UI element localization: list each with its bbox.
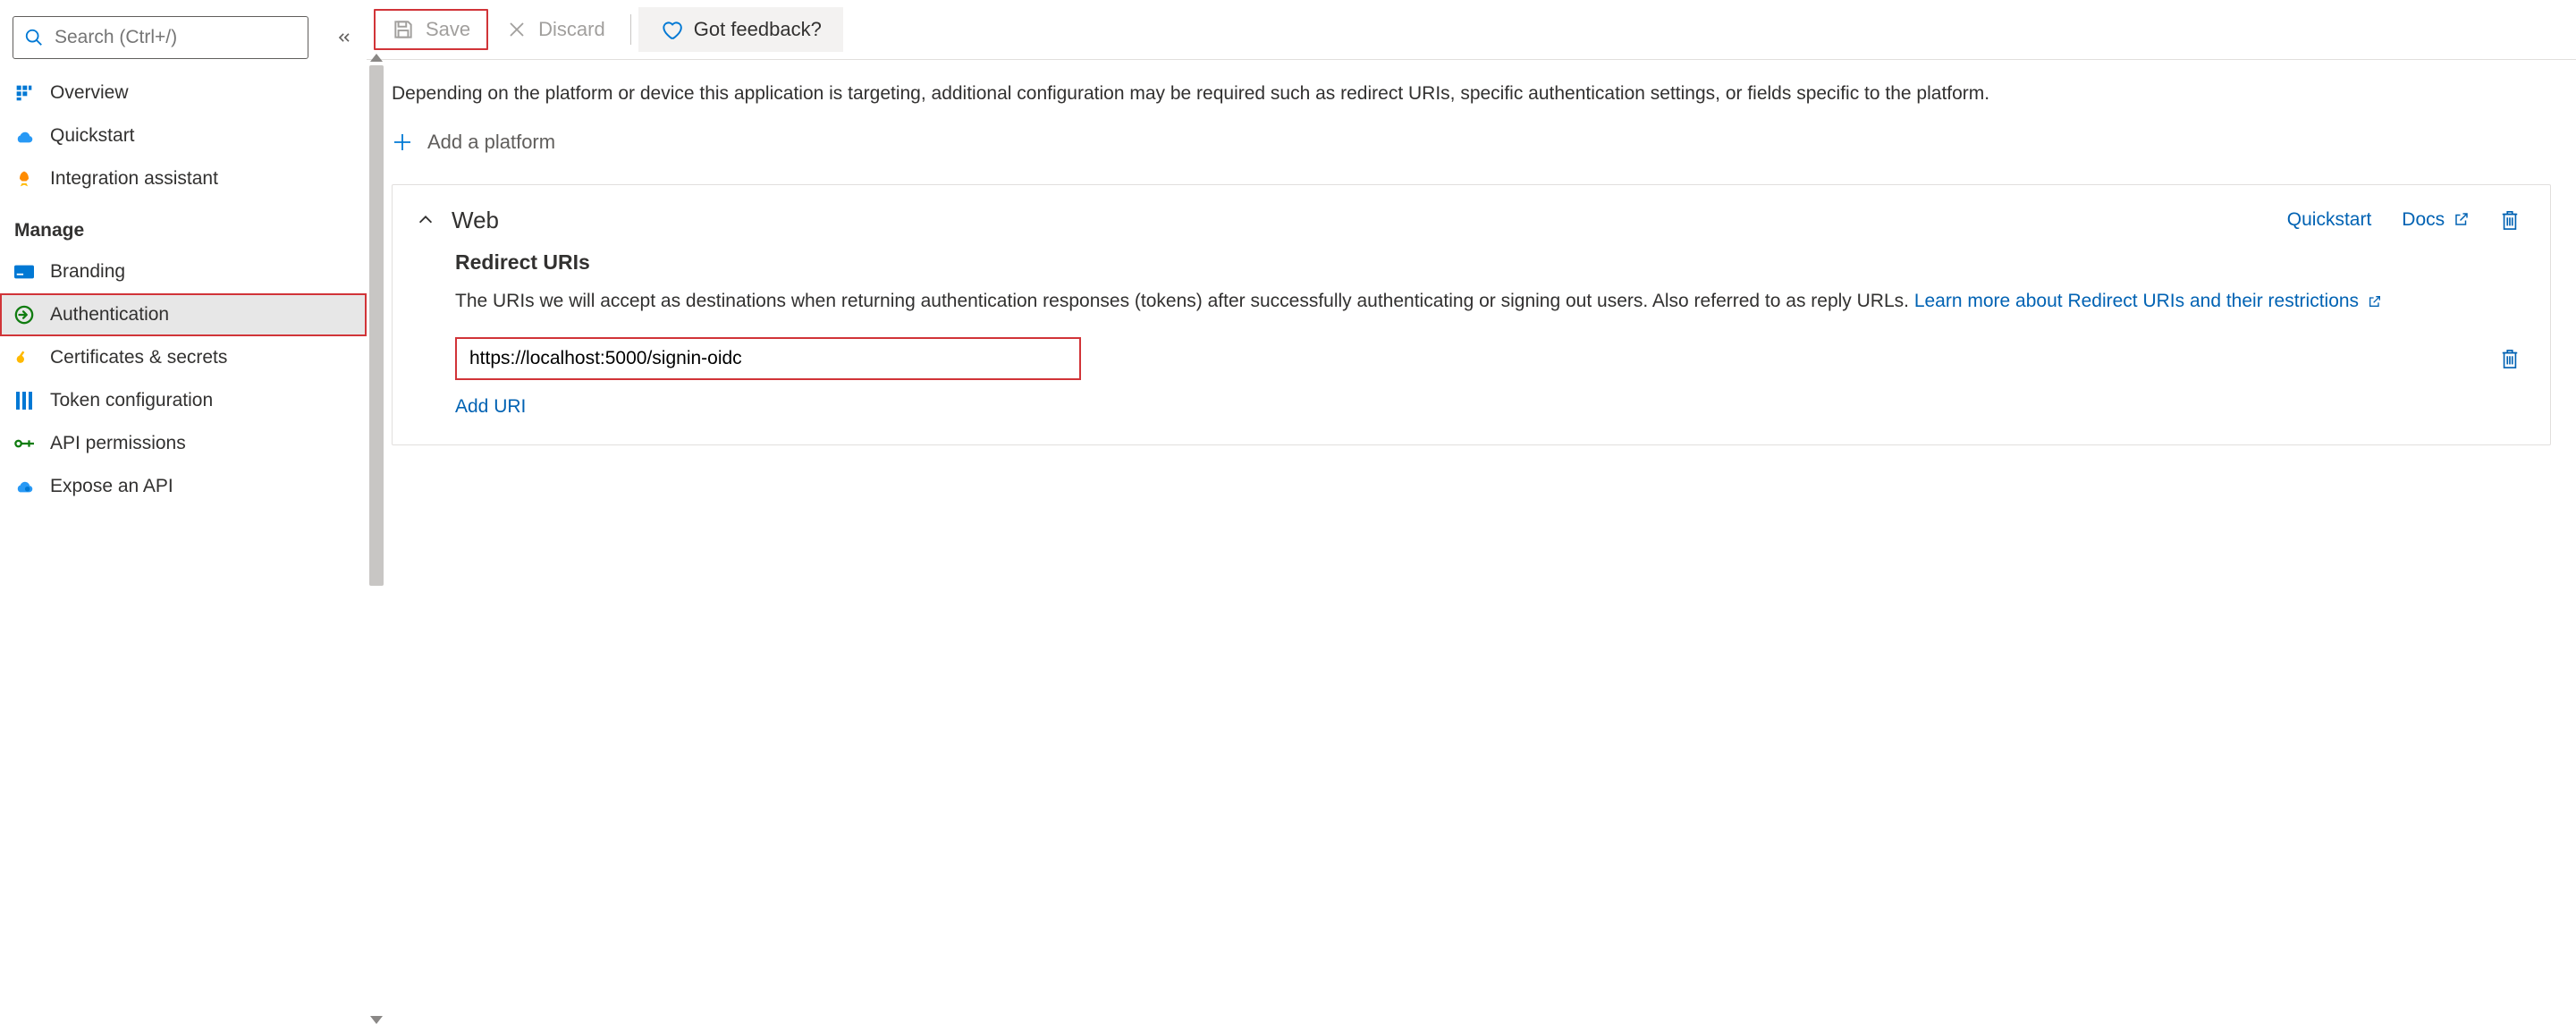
token-icon [14, 391, 34, 410]
sidebar-item-label: Overview [50, 82, 129, 104]
sidebar-item-label: Integration assistant [50, 168, 218, 190]
sidebar-item-label: Token configuration [50, 390, 213, 411]
sidebar-item-label: Certificates & secrets [50, 347, 227, 368]
sidebar-item-label: Branding [50, 261, 125, 283]
sidebar-item-quickstart[interactable]: Quickstart [0, 114, 367, 157]
search-icon [24, 28, 44, 47]
docs-link-label: Docs [2402, 209, 2445, 230]
web-platform-card: Web Quickstart Docs Redirect URIs The UR… [392, 184, 2551, 446]
redirect-uri-row [455, 337, 2520, 380]
delete-uri-button[interactable] [2500, 347, 2520, 370]
toolbar: Save Discard Got feedback? [367, 0, 2576, 60]
search-box[interactable] [13, 16, 308, 59]
sidebar-item-label: Quickstart [50, 125, 135, 147]
sidebar-item-overview[interactable]: Overview [0, 72, 367, 114]
sidebar-item-integration-assistant[interactable]: Integration assistant [0, 157, 367, 200]
branding-icon [14, 262, 34, 282]
intro-text: Depending on the platform or device this… [392, 80, 2551, 109]
authentication-icon [14, 305, 34, 325]
sidebar: Overview Quickstart Integration assistan… [0, 0, 367, 1024]
search-row [0, 0, 367, 72]
redirect-uri-input[interactable] [455, 337, 1081, 380]
redirect-uris-description: The URIs we will accept as destinations … [455, 287, 2520, 317]
card-title: Web [452, 207, 499, 234]
expose-api-icon [14, 477, 34, 496]
rocket-icon [14, 169, 34, 189]
discard-button[interactable]: Discard [488, 9, 623, 50]
discard-icon [506, 19, 528, 40]
toolbar-separator [630, 14, 631, 45]
key-icon [14, 348, 34, 368]
sidebar-item-authentication[interactable]: Authentication [0, 293, 367, 336]
feedback-button-label: Got feedback? [694, 18, 822, 41]
learn-more-label: Learn more about Redirect URIs and their… [1914, 291, 2359, 311]
save-button-label: Save [426, 18, 470, 41]
sidebar-item-token-configuration[interactable]: Token configuration [0, 379, 367, 422]
nav: Overview Quickstart Integration assistan… [0, 72, 367, 1024]
save-icon [392, 18, 415, 41]
search-input[interactable] [55, 27, 297, 48]
quickstart-link[interactable]: Quickstart [2287, 209, 2372, 231]
card-body: Redirect URIs The URIs we will accept as… [416, 234, 2520, 419]
redirect-desc-text: The URIs we will accept as destinations … [455, 291, 1914, 311]
card-header: Web Quickstart Docs [416, 207, 2520, 234]
delete-platform-button[interactable] [2500, 208, 2520, 232]
add-platform-label: Add a platform [427, 131, 555, 154]
manage-section-header: Manage [0, 200, 367, 250]
learn-more-link[interactable]: Learn more about Redirect URIs and their… [1914, 291, 2382, 311]
discard-button-label: Discard [538, 18, 605, 41]
redirect-uris-heading: Redirect URIs [455, 250, 2520, 275]
sidebar-item-label: Authentication [50, 304, 169, 326]
sidebar-item-api-permissions[interactable]: API permissions [0, 422, 367, 465]
sidebar-item-branding[interactable]: Branding [0, 250, 367, 293]
sidebar-item-certificates-secrets[interactable]: Certificates & secrets [0, 336, 367, 379]
sidebar-item-label: Expose an API [50, 476, 173, 497]
docs-link[interactable]: Docs [2402, 209, 2470, 231]
api-permissions-icon [14, 434, 34, 453]
content: Depending on the platform or device this… [367, 60, 2576, 470]
cloud-icon [14, 126, 34, 146]
sidebar-item-label: API permissions [50, 433, 186, 454]
add-uri-button[interactable]: Add URI [455, 396, 2520, 418]
main: Save Discard Got feedback? Depending on … [367, 0, 2576, 1024]
plus-icon [392, 131, 413, 153]
collapse-sidebar-button[interactable] [330, 23, 359, 52]
heart-icon [660, 18, 683, 41]
grid-icon [14, 83, 34, 103]
sidebar-item-expose-api[interactable]: Expose an API [0, 465, 367, 508]
save-button[interactable]: Save [374, 9, 488, 50]
chevron-up-icon[interactable] [416, 210, 435, 230]
sidebar-scrollbar[interactable] [367, 54, 386, 1024]
add-platform-button[interactable]: Add a platform [392, 131, 2551, 154]
feedback-button[interactable]: Got feedback? [638, 7, 843, 52]
